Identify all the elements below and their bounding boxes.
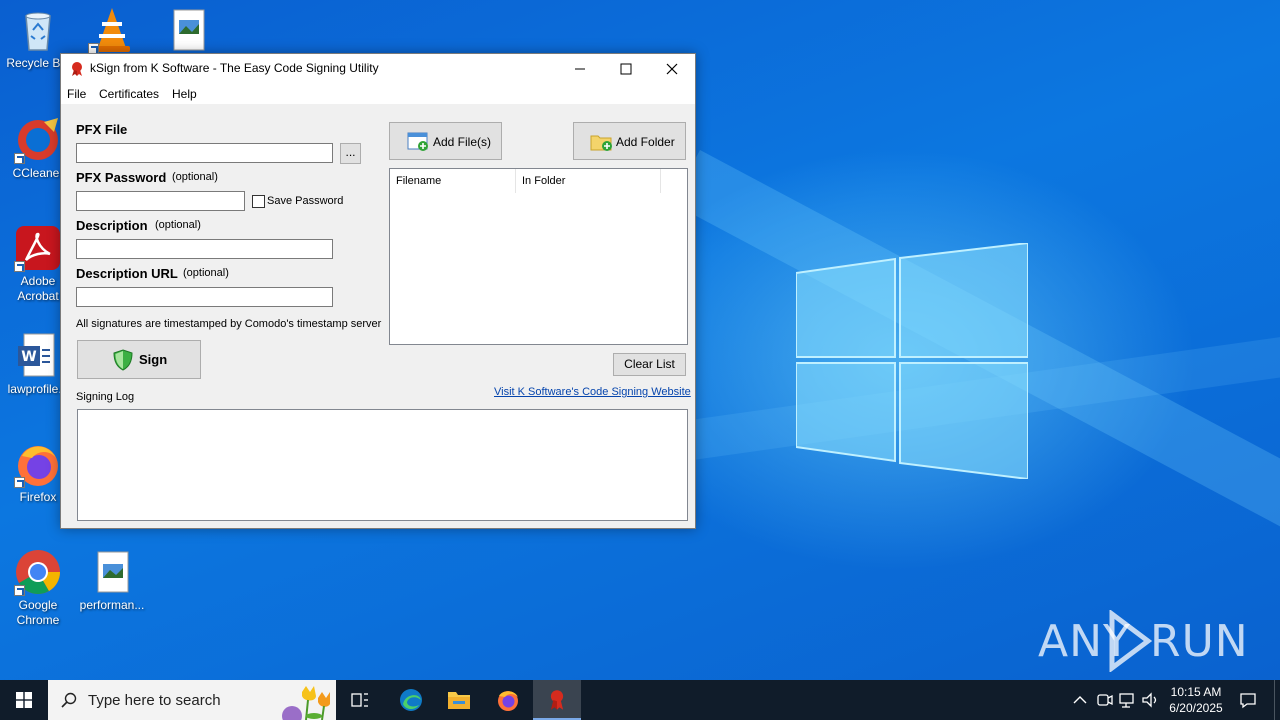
taskbar-edge[interactable] <box>387 680 435 720</box>
desktop-icon-label: Google Chrome <box>16 598 60 627</box>
search-placeholder: Type here to search <box>88 692 221 709</box>
desktop-icon-label: performan... <box>79 598 145 612</box>
browse-pfx-button[interactable]: ... <box>340 143 361 164</box>
play-icon <box>1109 610 1152 672</box>
close-button[interactable] <box>649 54 695 84</box>
svg-text:W: W <box>21 349 36 365</box>
add-folder-button[interactable]: Add Folder <box>573 122 686 160</box>
signing-log-label: Signing Log <box>76 391 135 403</box>
start-button[interactable] <box>0 680 48 720</box>
search-icon <box>61 692 77 708</box>
network-icon[interactable] <box>1117 690 1137 710</box>
pfx-file-input[interactable] <box>76 143 333 163</box>
adobe-acrobat-icon <box>14 224 62 272</box>
description-label: Description <box>76 218 148 233</box>
vlc-icon <box>88 6 136 54</box>
code-signing-website-link[interactable]: Visit K Software's Code Signing Website <box>494 386 691 398</box>
word-document-icon: W <box>14 332 62 380</box>
description-optional: (optional) <box>155 219 201 231</box>
taskbar-file-explorer[interactable] <box>435 680 483 720</box>
firefox-icon <box>14 440 62 488</box>
ccleaner-icon <box>14 116 62 164</box>
image-file-icon <box>88 548 136 596</box>
taskbar-firefox[interactable] <box>484 680 532 720</box>
volume-icon[interactable] <box>1140 690 1160 710</box>
file-list[interactable]: Filename In Folder <box>389 168 688 345</box>
sign-button-label: Sign <box>139 352 168 367</box>
menu-bar: File Certificates Help <box>61 84 695 104</box>
clear-list-button[interactable]: Clear List <box>613 353 686 376</box>
menu-help[interactable]: Help <box>172 87 197 101</box>
clock-date: 6/20/2025 <box>1169 701 1223 715</box>
watermark-run: RUN <box>1150 616 1249 667</box>
signing-log[interactable] <box>77 409 688 521</box>
edge-icon <box>400 689 422 711</box>
chevron-up-icon[interactable] <box>1070 690 1090 710</box>
add-files-label: Add File(s) <box>433 135 492 149</box>
sign-button[interactable]: Sign <box>77 340 201 379</box>
maximize-icon <box>620 63 632 75</box>
pfx-password-optional: (optional) <box>172 171 218 183</box>
title-bar[interactable]: kSign from K Software - The Easy Code Si… <box>61 54 695 84</box>
pfx-file-label: PFX File <box>76 122 128 137</box>
description-url-input[interactable] <box>76 287 333 307</box>
save-password-label: Save Password <box>267 195 344 207</box>
column-header-in-folder[interactable]: In Folder <box>516 169 661 193</box>
task-view-button[interactable] <box>336 680 384 720</box>
task-view-icon <box>351 693 368 707</box>
windows-logo <box>796 243 1028 479</box>
windows-icon <box>16 692 32 708</box>
save-password-checkbox[interactable] <box>252 195 265 208</box>
shield-icon <box>113 349 133 371</box>
ksign-window: kSign from K Software - The Easy Code Si… <box>60 53 696 529</box>
taskbar: Type here to search 10:15 AM 6/20/2025 <box>0 680 1280 720</box>
add-folder-label: Add Folder <box>616 135 675 149</box>
maximize-button[interactable] <box>603 54 649 84</box>
image-file-icon <box>164 6 212 54</box>
taskbar-search-box[interactable]: Type here to search <box>48 680 336 720</box>
recycle-bin-icon <box>14 6 62 54</box>
ksign-app-icon <box>550 690 564 710</box>
notification-center-icon[interactable] <box>1238 690 1258 710</box>
system-clock[interactable]: 10:15 AM 6/20/2025 <box>1160 684 1232 716</box>
close-icon <box>666 63 678 75</box>
desktop-icon-performance-file[interactable]: performan... <box>74 548 150 613</box>
pfx-password-input[interactable] <box>76 191 245 211</box>
desktop-icon-image-file[interactable] <box>150 6 226 56</box>
column-header-filename[interactable]: Filename <box>390 169 516 193</box>
chrome-icon <box>14 548 62 596</box>
tulips-decoration-icon <box>282 686 330 720</box>
minimize-button[interactable] <box>557 54 603 84</box>
add-files-button[interactable]: Add File(s) <box>389 122 502 160</box>
desktop-icon-vlc[interactable] <box>74 6 150 56</box>
window-title: kSign from K Software - The Easy Code Si… <box>90 61 379 75</box>
taskbar-ksign[interactable] <box>533 680 581 720</box>
timestamp-note: All signatures are timestamped by Comodo… <box>76 318 382 330</box>
minimize-icon <box>575 68 585 70</box>
anyrun-watermark: ANY RUN <box>1038 610 1248 674</box>
clock-time: 10:15 AM <box>1170 685 1222 699</box>
description-url-optional: (optional) <box>183 267 229 279</box>
ksign-app-icon <box>72 62 82 76</box>
show-desktop-button[interactable] <box>1274 680 1280 720</box>
firefox-icon <box>498 691 518 711</box>
pfx-password-label: PFX Password <box>76 170 167 185</box>
add-file-icon <box>407 132 428 151</box>
description-url-label: Description URL <box>76 266 178 281</box>
folder-icon <box>448 692 470 709</box>
menu-file[interactable]: File <box>67 87 86 101</box>
menu-certificates[interactable]: Certificates <box>99 87 159 101</box>
description-input[interactable] <box>76 239 333 259</box>
add-folder-icon <box>590 135 612 151</box>
desktop-icon-google-chrome[interactable]: Google Chrome <box>0 548 76 628</box>
meet-now-icon[interactable] <box>1094 690 1114 710</box>
